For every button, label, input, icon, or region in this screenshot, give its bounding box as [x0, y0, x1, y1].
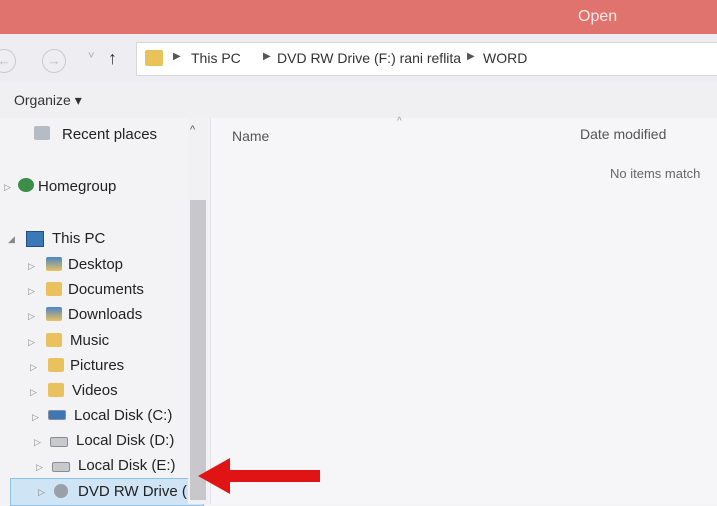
- expand-icon[interactable]: ▷: [36, 462, 43, 473]
- title-bar: Open: [0, 0, 717, 34]
- column-header-name[interactable]: Name: [232, 128, 269, 144]
- expand-icon[interactable]: ▷: [34, 437, 41, 448]
- address-bar[interactable]: ▶ This PC ▶ DVD RW Drive (F:) rani refli…: [136, 42, 717, 76]
- sidebar-item-local-disk-c[interactable]: Local Disk (C:): [74, 407, 172, 424]
- annotation-arrow-icon: [198, 458, 230, 494]
- toolbar: Organize ▾: [0, 82, 717, 119]
- sidebar-item-documents[interactable]: Documents: [68, 281, 144, 298]
- sidebar-item-this-pc[interactable]: This PC: [52, 230, 105, 247]
- scroll-up-arrow-icon[interactable]: ^: [190, 124, 195, 136]
- sort-ascending-icon: ^: [397, 116, 402, 127]
- forward-button[interactable]: →: [42, 49, 66, 73]
- scrollbar-thumb[interactable]: [190, 200, 206, 500]
- documents-folder-icon: [46, 282, 62, 296]
- sidebar-item-desktop[interactable]: Desktop: [68, 256, 123, 273]
- empty-folder-message: No items match: [610, 166, 701, 181]
- column-header-date-modified[interactable]: Date modified: [580, 126, 666, 142]
- expand-icon[interactable]: ▷: [28, 337, 35, 348]
- local-disk-d-icon: [50, 437, 68, 447]
- sidebar-item-local-disk-d[interactable]: Local Disk (D:): [76, 432, 174, 449]
- window-title: Open: [578, 8, 618, 25]
- desktop-folder-icon: [46, 257, 62, 271]
- folder-icon: [145, 50, 163, 66]
- recent-locations-dropdown[interactable]: ˅: [88, 50, 94, 62]
- collapse-icon[interactable]: ◢: [8, 234, 15, 245]
- breadcrumb-separator: ▶: [467, 51, 475, 62]
- expand-icon[interactable]: ▷: [28, 286, 35, 297]
- annotation-arrow-shaft: [226, 470, 320, 482]
- expand-icon[interactable]: ▷: [4, 182, 11, 193]
- breadcrumb-separator: ▶: [263, 51, 271, 62]
- expand-icon[interactable]: ▷: [30, 387, 37, 398]
- sidebar-item-music[interactable]: Music: [70, 332, 109, 349]
- computer-icon: [26, 231, 44, 247]
- expand-icon[interactable]: ▷: [30, 362, 37, 373]
- expand-icon[interactable]: ▷: [32, 412, 39, 423]
- videos-folder-icon: [48, 383, 64, 397]
- sidebar-item-pictures[interactable]: Pictures: [70, 357, 124, 374]
- pictures-folder-icon: [48, 358, 64, 372]
- dvd-drive-icon: [54, 484, 68, 498]
- sidebar-item-homegroup[interactable]: Homegroup: [38, 178, 116, 195]
- sidebar-item-videos[interactable]: Videos: [72, 382, 118, 399]
- sidebar-item-recent-places[interactable]: Recent places: [62, 126, 157, 143]
- up-button[interactable]: ↑: [108, 48, 117, 69]
- breadcrumb-dvd-drive[interactable]: DVD RW Drive (F:) rani reflita: [277, 50, 461, 66]
- sidebar-item-downloads[interactable]: Downloads: [68, 306, 142, 323]
- breadcrumb-this-pc[interactable]: This PC: [191, 50, 241, 66]
- sidebar-item-dvd-drive[interactable]: DVD RW Drive (F:: [78, 483, 200, 500]
- local-disk-c-icon: [48, 410, 66, 420]
- recent-places-icon: [34, 126, 50, 140]
- expand-icon[interactable]: ▷: [38, 487, 45, 498]
- breadcrumb-word[interactable]: WORD: [483, 50, 527, 66]
- expand-icon[interactable]: ▷: [28, 311, 35, 322]
- local-disk-e-icon: [52, 462, 70, 472]
- organize-button[interactable]: Organize ▾: [14, 92, 82, 109]
- music-folder-icon: [46, 333, 62, 347]
- downloads-folder-icon: [46, 307, 62, 321]
- sidebar-item-local-disk-e[interactable]: Local Disk (E:): [78, 457, 176, 474]
- breadcrumb-separator: ▶: [173, 51, 181, 62]
- homegroup-icon: [18, 178, 34, 192]
- expand-icon[interactable]: ▷: [28, 261, 35, 272]
